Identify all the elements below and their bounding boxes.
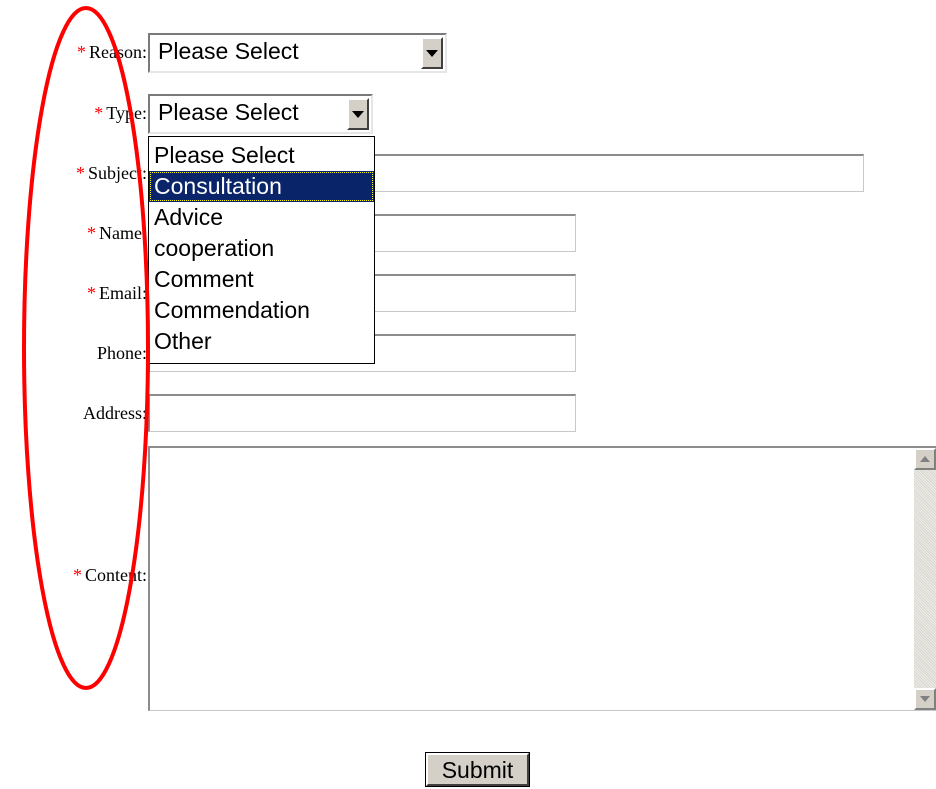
subject-label: * Subject: [76, 163, 147, 184]
dropdown-option[interactable]: Commendation [149, 295, 374, 326]
required-mark: * [87, 283, 96, 303]
content-textarea[interactable] [148, 446, 936, 711]
type-select[interactable]: Please Select [148, 94, 373, 134]
type-label-text: Type: [106, 103, 147, 123]
required-mark: * [94, 103, 104, 123]
subject-label-text: Subject: [88, 163, 147, 183]
reason-label: * Reason: [77, 42, 147, 63]
phone-label-text: Phone: [96, 343, 147, 363]
reason-select[interactable]: Please Select [148, 33, 447, 73]
address-label: Address: [83, 403, 147, 424]
required-mark: * [77, 42, 86, 62]
type-dropdown-list[interactable]: Please Select Consultation Advice cooper… [148, 136, 375, 364]
type-label: * Type: [94, 103, 147, 124]
dropdown-option[interactable]: Advice [149, 202, 374, 233]
dropdown-option[interactable]: Comment [149, 264, 374, 295]
phone-label: Phone: [97, 343, 147, 364]
required-mark: * [73, 565, 82, 585]
dropdown-option-highlighted[interactable]: Consultation [149, 171, 374, 202]
chevron-down-icon[interactable] [421, 37, 443, 69]
chevron-down-icon[interactable] [347, 98, 369, 130]
required-mark: * [87, 223, 97, 243]
name-label-text: Name: [99, 223, 147, 243]
dropdown-option[interactable]: Please Select [149, 140, 374, 171]
address-label-text: Address: [83, 403, 147, 423]
reason-label-text: Reason: [89, 42, 147, 62]
scroll-up-icon[interactable] [914, 448, 936, 470]
required-mark: * [76, 163, 85, 183]
dropdown-option[interactable]: Other [149, 326, 374, 357]
content-label-text: Content: [85, 565, 147, 585]
dropdown-option[interactable]: cooperation [149, 233, 374, 264]
scrollbar[interactable] [914, 448, 936, 710]
email-label: * Email: [87, 283, 147, 304]
content-label: * Content: [73, 565, 147, 586]
reason-select-value: Please Select [158, 38, 299, 64]
scroll-down-icon[interactable] [914, 688, 936, 710]
submit-button[interactable]: Submit [425, 752, 530, 787]
name-label: * Name: [87, 223, 147, 244]
email-label-text: Email: [99, 283, 147, 303]
address-input[interactable] [148, 394, 576, 432]
type-select-value: Please Select [158, 99, 299, 125]
